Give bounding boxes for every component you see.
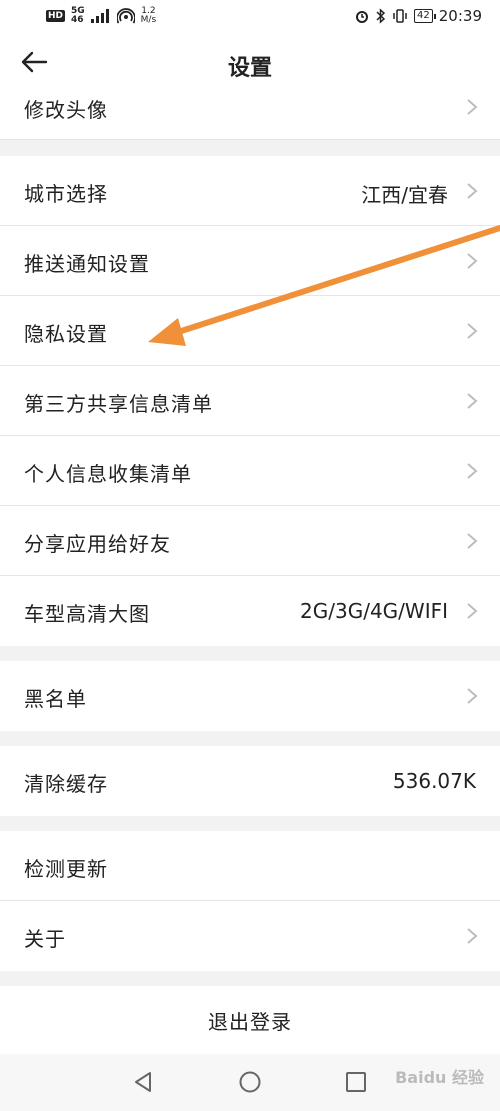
hd-images-value: 2G/3G/4G/WIFI: [300, 599, 448, 623]
network-46: 46: [71, 15, 84, 25]
settings-item-label: 个人信息收集清单: [24, 462, 192, 486]
cache-size-value: 536.07K: [392, 769, 476, 793]
settings-item-label: 车型高清大图: [24, 602, 150, 626]
network-type: 5G 46: [71, 7, 85, 25]
settings-item-privacy[interactable]: 隐私设置: [0, 296, 500, 366]
hotspot-icon: [116, 8, 135, 24]
nav-back-icon[interactable]: [132, 1070, 156, 1094]
chevron-right-icon: [467, 603, 478, 619]
settings-item-label: 分享应用给好友: [24, 532, 171, 556]
settings-item-clear-cache[interactable]: 清除缓存 536.07K: [0, 746, 500, 816]
settings-item-third-party-sharing[interactable]: 第三方共享信息清单: [0, 366, 500, 436]
chevron-right-icon: [467, 533, 478, 549]
settings-item-label: 修改头像: [24, 98, 108, 122]
settings-item-label: 关于: [24, 927, 66, 951]
bluetooth-icon: [376, 8, 386, 24]
settings-item-label: 检测更新: [24, 857, 108, 881]
logout-label: 退出登录: [208, 1010, 292, 1034]
settings-item-personal-info-collection[interactable]: 个人信息收集清单: [0, 436, 500, 506]
settings-item-label: 推送通知设置: [24, 252, 150, 276]
chevron-right-icon: [467, 688, 478, 704]
settings-item-label: 黑名单: [24, 687, 87, 711]
speed-unit: M/s: [140, 15, 157, 25]
settings-item-push-notifications[interactable]: 推送通知设置: [0, 226, 500, 296]
settings-item-label: 第三方共享信息清单: [24, 392, 213, 416]
settings-item-change-avatar[interactable]: 修改头像: [0, 80, 500, 140]
status-bar: HD 5G 46 1.2 M/s 42 20:39: [0, 0, 500, 32]
hd-badge: HD: [46, 10, 66, 22]
chevron-right-icon: [467, 928, 478, 944]
network-speed: 1.2 M/s: [141, 7, 157, 25]
logout-button[interactable]: 退出登录: [0, 986, 500, 1054]
watermark: Baidu 经验: [395, 1068, 484, 1087]
chevron-right-icon: [467, 99, 478, 115]
chevron-right-icon: [467, 463, 478, 479]
clock: 20:39: [438, 7, 482, 25]
battery-icon: 42: [414, 9, 436, 23]
settings-item-label: 隐私设置: [24, 322, 108, 346]
settings-item-label: 城市选择: [24, 182, 108, 206]
nav-recents-icon[interactable]: [344, 1070, 368, 1094]
vibrate-icon: [393, 9, 407, 23]
settings-item-label: 清除缓存: [24, 772, 108, 796]
chevron-right-icon: [467, 183, 478, 199]
status-left: HD 5G 46 1.2 M/s: [46, 7, 156, 25]
settings-item-city[interactable]: 城市选择 江西/宜春: [0, 156, 500, 226]
settings-item-share-app[interactable]: 分享应用给好友: [0, 506, 500, 576]
settings-item-check-update[interactable]: 检测更新: [0, 831, 500, 901]
chevron-right-icon: [467, 393, 478, 409]
signal-icon: [90, 9, 109, 23]
city-value: 江西/宜春: [361, 183, 448, 207]
chevron-right-icon: [467, 253, 478, 269]
settings-item-hd-images[interactable]: 车型高清大图 2G/3G/4G/WIFI: [0, 576, 500, 646]
alarm-icon: [356, 11, 369, 23]
nav-home-icon[interactable]: [238, 1070, 262, 1094]
settings-item-blacklist[interactable]: 黑名单: [0, 661, 500, 731]
settings-item-about[interactable]: 关于: [0, 901, 500, 971]
page-title: 设置: [227, 55, 272, 81]
chevron-right-icon: [467, 323, 478, 339]
status-right: 42 20:39: [354, 7, 482, 25]
